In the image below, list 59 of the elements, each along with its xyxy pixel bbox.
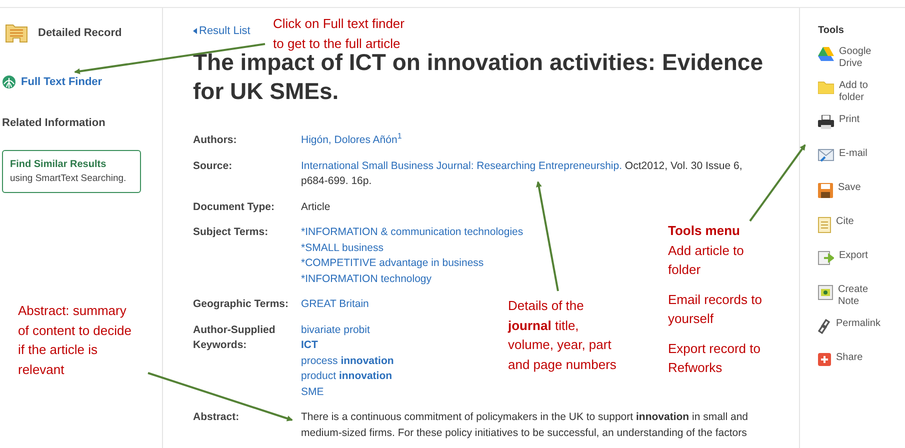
annotation-text: Click on Full text finder to get to the full article bbox=[273, 15, 406, 53]
tools-heading: Tools bbox=[818, 25, 845, 36]
annotation-text: Email records to yourself bbox=[668, 290, 763, 328]
tool-link[interactable]: Export bbox=[839, 250, 883, 262]
folder-icon bbox=[5, 22, 28, 43]
find-similar-title[interactable]: Find Similar Results bbox=[10, 159, 133, 170]
tool-link[interactable]: E-mail bbox=[839, 148, 883, 160]
globe-icon bbox=[2, 75, 16, 89]
journal-link[interactable]: International Small Business Journal: Researching Entrepreneurship. bbox=[301, 160, 622, 172]
field-value: Article bbox=[301, 200, 330, 212]
tool-link[interactable]: Add to folder bbox=[839, 80, 883, 104]
result-list-link[interactable]: Result List bbox=[199, 25, 250, 37]
left-triangle-icon bbox=[193, 28, 197, 34]
term-link[interactable]: process innovation bbox=[301, 354, 394, 366]
tool-link[interactable]: Save bbox=[838, 182, 882, 194]
printer-icon bbox=[818, 115, 834, 129]
term-link[interactable]: ICT bbox=[301, 339, 318, 351]
annotation-text: Export record to Refworks bbox=[668, 340, 762, 377]
field-value: There is a continuous commitment of policymakers in the UK to support innovation in small and medium-sized firms. For these policy initiatives to be successful, an understanding of the factors bbox=[301, 411, 748, 438]
tool-link[interactable]: Create Note bbox=[838, 284, 882, 308]
note-icon bbox=[818, 285, 833, 300]
annotation-text: Add article to folder bbox=[668, 242, 745, 279]
find-similar-subtitle: using SmartText Searching. bbox=[10, 173, 128, 184]
related-information-heading: Related Information bbox=[2, 117, 106, 129]
term-link[interactable]: *COMPETITIVE advantage in business bbox=[301, 257, 484, 269]
field-label: Source: bbox=[193, 158, 234, 174]
term-link[interactable]: SME bbox=[301, 386, 324, 398]
field-label: Geographic Terms: bbox=[193, 297, 290, 312]
tool-link[interactable]: Cite bbox=[836, 216, 880, 228]
annotation-text: Abstract: summary of content to decide if the article is relevant bbox=[18, 302, 132, 378]
term-link[interactable]: *INFORMATION & communication technologies bbox=[301, 226, 524, 238]
annotation-text: Details of the journal title, volume, year, part and page numbers bbox=[508, 297, 618, 374]
document-icon bbox=[818, 217, 831, 233]
tool-link[interactable]: Print bbox=[839, 114, 883, 126]
field-link[interactable]: GREAT Britain bbox=[301, 298, 369, 310]
term-link[interactable]: *SMALL business bbox=[301, 242, 384, 254]
tool-link[interactable]: Google Drive bbox=[839, 46, 883, 70]
field-label: Authors: bbox=[193, 133, 238, 148]
field-label: Document Type: bbox=[193, 200, 276, 214]
source-citation: International Small Business Journal: Researching Entrepreneurship. Oct2012, Vol. 30 Issue 6, p684-699. 16p. bbox=[301, 160, 742, 187]
folder-icon bbox=[818, 81, 834, 94]
tool-link[interactable]: Permalink bbox=[836, 318, 880, 330]
annotation-heading: Tools menu bbox=[668, 222, 741, 240]
field-link[interactable]: Higón, Dolores Añón$^{1}$ bbox=[301, 134, 402, 146]
term-link[interactable]: *INFORMATION technology bbox=[301, 272, 432, 284]
field-label: Subject Terms: bbox=[193, 225, 270, 240]
export-icon bbox=[818, 251, 834, 265]
envelope-icon bbox=[818, 149, 834, 162]
link-icon bbox=[818, 319, 831, 334]
field-label: Abstract: bbox=[193, 410, 240, 425]
detailed-record-label: Detailed Record bbox=[38, 26, 122, 38]
plus-icon bbox=[818, 353, 831, 366]
term-link[interactable]: bivariate probit bbox=[301, 324, 370, 336]
find-similar-card[interactable]: Find Similar Results using SmartText Searching. bbox=[2, 150, 141, 193]
term-link[interactable]: product innovation bbox=[301, 370, 392, 382]
full-text-finder-link[interactable]: Full Text Finder bbox=[21, 76, 102, 88]
tool-link[interactable]: Share bbox=[836, 352, 880, 364]
field-label: Author-Supplied Keywords: bbox=[193, 322, 276, 353]
drive-icon bbox=[818, 47, 834, 61]
